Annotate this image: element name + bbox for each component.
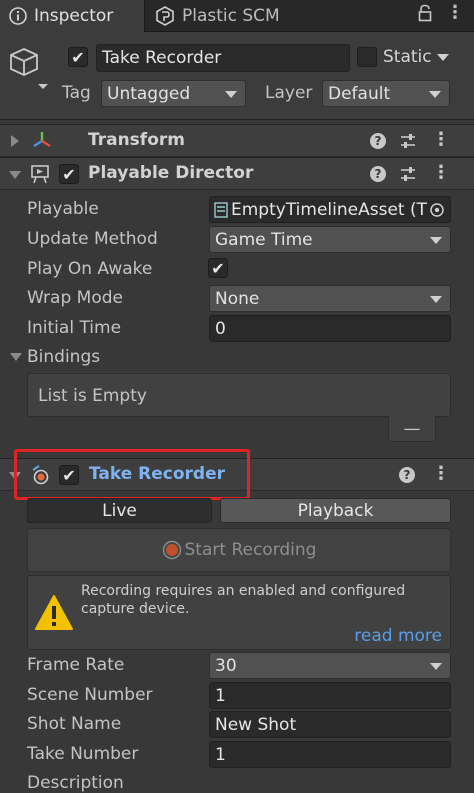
chevron-down-icon bbox=[429, 90, 441, 98]
playable-director-icon bbox=[30, 163, 52, 190]
read-more-link[interactable]: read more bbox=[354, 626, 442, 646]
update-method-label: Update Method bbox=[27, 229, 158, 249]
live-button[interactable]: Live bbox=[27, 498, 212, 523]
warning-icon bbox=[34, 594, 74, 637]
help-icon[interactable]: ? bbox=[399, 467, 415, 483]
static-label[interactable]: Static bbox=[383, 47, 432, 67]
playable-director-header[interactable]: ✔ Playable Director ? ⋮ bbox=[0, 157, 474, 190]
kebab-menu-icon[interactable]: ⋮ bbox=[446, 4, 464, 26]
description-label: Description bbox=[27, 773, 124, 793]
static-checkbox[interactable] bbox=[357, 47, 377, 67]
bindings-label[interactable]: Bindings bbox=[27, 347, 100, 367]
highlight-annotation bbox=[14, 449, 250, 500]
play-on-awake-label: Play On Awake bbox=[27, 259, 153, 279]
help-icon[interactable]: ? bbox=[370, 166, 386, 182]
gameobject-active-checkbox[interactable]: ✔ bbox=[68, 47, 88, 67]
wrap-mode-value: None bbox=[215, 288, 260, 309]
component-menu-icon[interactable]: ⋮ bbox=[432, 463, 450, 484]
bindings-foldout-icon[interactable] bbox=[10, 353, 22, 361]
take-number-field[interactable]: 1 bbox=[209, 741, 451, 768]
frame-rate-dropdown[interactable]: 30 bbox=[209, 652, 451, 679]
shot-name-label: Shot Name bbox=[27, 714, 122, 734]
take-number-label: Take Number bbox=[27, 744, 139, 764]
shot-name-field[interactable]: New Shot bbox=[209, 711, 451, 738]
frame-rate-value: 30 bbox=[215, 655, 237, 676]
chevron-down-icon bbox=[225, 90, 237, 98]
initial-time-label: Initial Time bbox=[27, 318, 122, 338]
foldout-collapsed-icon[interactable] bbox=[11, 135, 19, 147]
chevron-down-icon bbox=[430, 236, 442, 244]
bindings-list: List is Empty bbox=[27, 373, 451, 417]
play-on-awake-checkbox[interactable]: ✔ bbox=[208, 258, 228, 278]
transform-title: Transform bbox=[88, 130, 185, 150]
scene-number-label: Scene Number bbox=[27, 685, 153, 705]
timeline-asset-icon bbox=[214, 201, 228, 218]
gameobject-cube-icon[interactable] bbox=[8, 46, 48, 95]
playable-value: EmptyTimelineAsset (T bbox=[231, 199, 427, 220]
transform-header[interactable]: Transform ? ⋮ bbox=[0, 124, 474, 157]
playable-label: Playable bbox=[27, 199, 99, 219]
frame-rate-label: Frame Rate bbox=[27, 655, 125, 675]
warning-text-line1: Recording requires an enabled and config… bbox=[81, 583, 406, 599]
bindings-empty-text: List is Empty bbox=[38, 386, 147, 406]
playable-object-field[interactable]: EmptyTimelineAsset (T bbox=[209, 196, 451, 223]
start-recording-label: Start Recording bbox=[184, 540, 317, 560]
tag-label: Tag bbox=[62, 83, 91, 103]
tab-bar: Inspector Plastic SCM ⋮ bbox=[0, 0, 474, 32]
layer-dropdown[interactable]: Default bbox=[322, 80, 450, 107]
initial-time-field[interactable]: 0 bbox=[209, 315, 451, 342]
start-recording-button[interactable]: Start Recording bbox=[27, 528, 451, 572]
update-method-value: Game Time bbox=[215, 229, 313, 250]
tab-plastic-scm[interactable]: Plastic SCM bbox=[150, 0, 300, 32]
component-menu-icon[interactable]: ⋮ bbox=[432, 162, 450, 183]
chevron-down-icon bbox=[430, 662, 442, 670]
preset-settings-icon[interactable] bbox=[399, 164, 417, 189]
layer-value: Default bbox=[328, 83, 391, 104]
chevron-down-icon bbox=[430, 295, 442, 303]
wrap-mode-label: Wrap Mode bbox=[27, 288, 123, 308]
tab-inspector-label: Inspector bbox=[34, 6, 114, 26]
layer-label: Layer bbox=[265, 83, 313, 103]
remove-binding-button[interactable]: — bbox=[388, 416, 436, 442]
wrap-mode-dropdown[interactable]: None bbox=[209, 285, 451, 312]
scene-number-field[interactable]: 1 bbox=[209, 682, 451, 709]
static-dropdown-caret-icon[interactable] bbox=[437, 54, 449, 61]
gameobject-header: ✔ Take Recorder Static Tag Untagged Laye… bbox=[0, 32, 474, 120]
component-menu-icon[interactable]: ⋮ bbox=[432, 129, 450, 150]
tag-value: Untagged bbox=[107, 83, 191, 104]
foldout-expanded-icon[interactable] bbox=[9, 171, 21, 179]
gameobject-name-field[interactable]: Take Recorder bbox=[96, 44, 350, 72]
record-icon bbox=[162, 540, 181, 560]
tag-dropdown[interactable]: Untagged bbox=[101, 80, 246, 107]
help-icon[interactable]: ? bbox=[370, 133, 386, 149]
info-icon bbox=[9, 7, 27, 25]
warning-helpbox: Recording requires an enabled and config… bbox=[27, 575, 451, 650]
transform-icon bbox=[30, 129, 54, 158]
preset-settings-icon[interactable] bbox=[399, 131, 417, 156]
object-picker-icon[interactable] bbox=[429, 202, 445, 218]
tab-inspector[interactable]: Inspector bbox=[0, 0, 145, 32]
playback-button[interactable]: Playback bbox=[220, 498, 451, 523]
update-method-dropdown[interactable]: Game Time bbox=[209, 226, 451, 253]
tab-plastic-scm-label: Plastic SCM bbox=[182, 6, 280, 26]
lock-icon[interactable] bbox=[418, 4, 432, 26]
plastic-scm-icon bbox=[156, 6, 174, 26]
playable-director-title: Playable Director bbox=[88, 163, 254, 183]
playable-director-enabled-checkbox[interactable]: ✔ bbox=[59, 164, 79, 184]
warning-text-line2: capture device. bbox=[81, 601, 190, 617]
